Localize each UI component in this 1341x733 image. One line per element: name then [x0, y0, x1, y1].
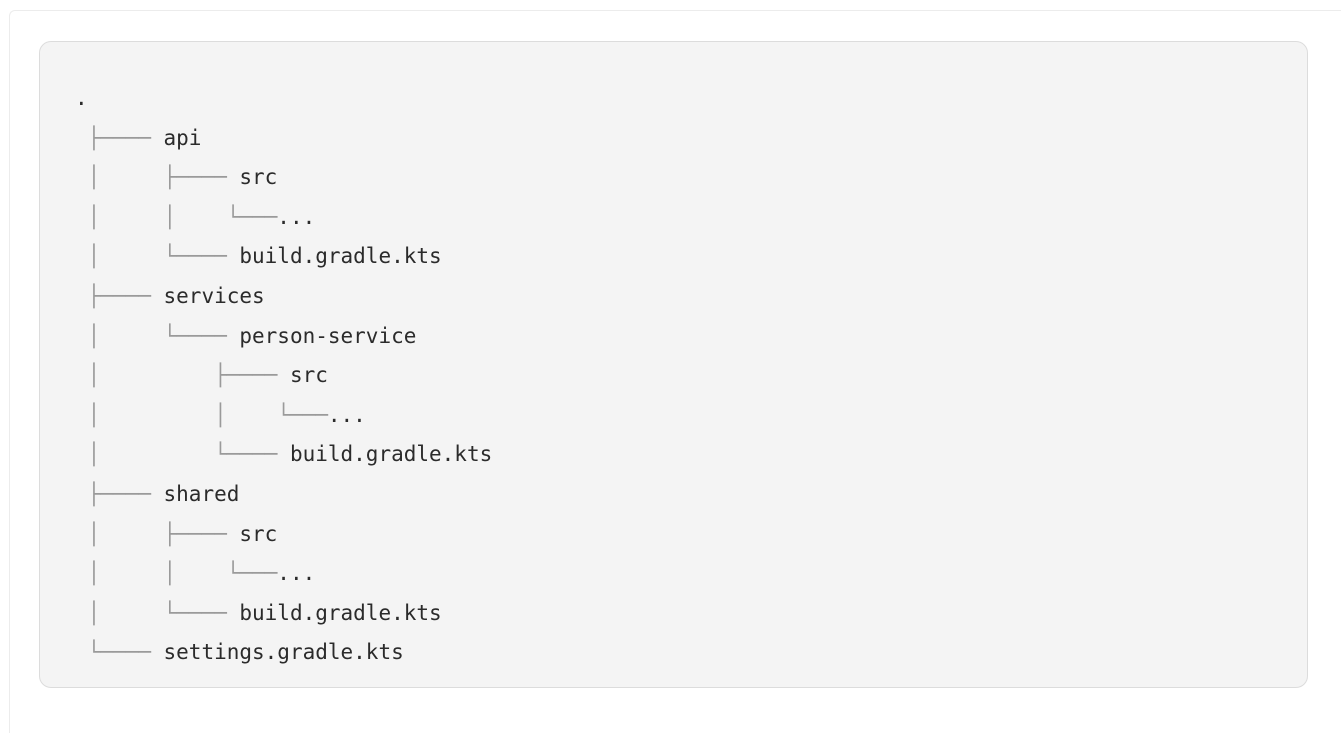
tree-entry-name: services — [163, 283, 265, 308]
tree-entry-name: . — [75, 86, 88, 110]
tree-guide: │ └──── — [75, 600, 240, 625]
tree-line: │ │ └───... — [75, 198, 492, 238]
code-block: . ├──── api │ ├──── src │ │ └───... │ └─… — [39, 41, 1308, 688]
page: . ├──── api │ ├──── src │ │ └───... │ └─… — [0, 0, 1341, 733]
tree-line: ├──── api — [75, 119, 492, 159]
tree-entry-name: build.gradle.kts — [239, 600, 442, 625]
tree-guide: │ └──── — [75, 442, 290, 467]
tree-guide: │ │ └─── — [75, 402, 328, 427]
tree-guide: │ ├──── — [75, 165, 240, 190]
tree-line: │ └──── person-service — [75, 317, 492, 357]
tree-line: │ └──── build.gradle.kts — [75, 435, 493, 475]
tree-line: │ ├──── src — [75, 158, 492, 198]
tree-entry-name: settings.gradle.kts — [163, 640, 404, 665]
tree-entry-name: build.gradle.kts — [289, 442, 493, 467]
tree-entry-name: ... — [327, 402, 366, 427]
tree-entry-name: person-service — [239, 323, 417, 348]
tree-line-root: . — [75, 79, 492, 119]
tree-entry-name: ... — [277, 561, 316, 586]
tree-guide: │ ├──── — [75, 363, 290, 388]
tree-entry-name: ... — [277, 204, 316, 229]
tree-entry-name: api — [163, 125, 202, 150]
tree-guide: │ └──── — [75, 323, 240, 348]
tree-entry-name: build.gradle.kts — [239, 244, 442, 269]
directory-tree: . ├──── api │ ├──── src │ │ └───... │ └─… — [75, 79, 492, 673]
tree-line: └──── settings.gradle.kts — [75, 633, 492, 673]
tree-entry-name: src — [239, 165, 278, 190]
tree-line: │ ├──── src — [75, 356, 492, 396]
tree-line: ├──── shared — [75, 475, 492, 515]
tree-guide: └──── — [75, 640, 164, 665]
tree-entry-name: src — [239, 521, 278, 546]
tree-guide: │ └──── — [75, 244, 240, 269]
tree-guide: ├──── — [75, 283, 164, 308]
tree-line: ├──── services — [75, 277, 492, 317]
tree-line: │ │ └───... — [75, 554, 492, 594]
tree-guide: │ │ └─── — [75, 204, 278, 229]
tree-line: │ └──── build.gradle.kts — [75, 237, 492, 277]
tree-guide: ├──── — [75, 125, 164, 150]
tree-entry-name: shared — [163, 481, 240, 506]
tree-guide: │ │ └─── — [75, 561, 278, 586]
tree-line: │ │ └───... — [75, 396, 492, 436]
tree-guide: │ ├──── — [75, 521, 240, 546]
tree-line: │ ├──── src — [75, 515, 492, 555]
tree-guide: ├──── — [75, 481, 164, 506]
tree-line: │ └──── build.gradle.kts — [75, 594, 492, 634]
tree-entry-name: src — [289, 363, 328, 388]
